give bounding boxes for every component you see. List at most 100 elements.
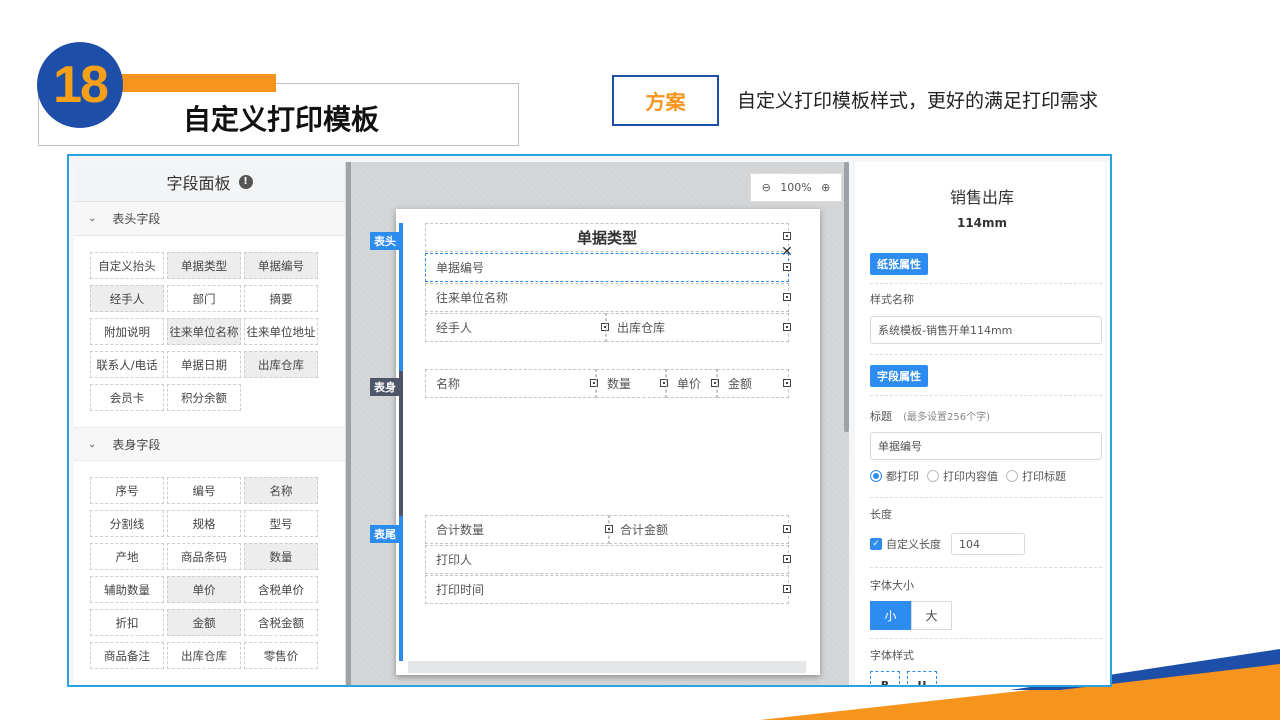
field-chip[interactable]: 含税单价 [244, 576, 318, 603]
resize-handle-icon[interactable] [783, 263, 791, 271]
panel-splitter[interactable] [346, 162, 351, 685]
divider [870, 567, 1102, 568]
field-chip[interactable]: 联系人/电话 [90, 351, 164, 378]
orange-accent-bar [118, 74, 276, 92]
field-doc-title[interactable]: 单据类型 [425, 223, 789, 252]
field-panel-header: 字段面板 ! [74, 162, 345, 202]
field-chip[interactable]: 出库仓库 [244, 351, 318, 378]
field-chip[interactable]: 经手人 [90, 285, 164, 312]
field-chip[interactable]: 辅助数量 [90, 576, 164, 603]
slide-number-badge: 18 [37, 42, 123, 128]
template-editor-window: 字段面板 ! ⌄ 表头字段 自定义抬头 单据类型 单据编号 经手人 部门 摘要 附加说明 往来… [67, 154, 1112, 687]
field-price[interactable]: 单价 [666, 369, 717, 398]
field-chip[interactable]: 折扣 [90, 609, 164, 636]
info-icon[interactable]: ! [238, 174, 253, 189]
field-chip[interactable]: 序号 [90, 477, 164, 504]
field-chip[interactable]: 含税金额 [244, 609, 318, 636]
caption-input[interactable]: 单据编号 [870, 432, 1102, 460]
properties-panel: 销售出库 114mm 纸张属性 样式名称 系统模板-销售开单114mm 字段属性… [855, 162, 1109, 685]
field-total-qty[interactable]: 合计数量 [425, 515, 609, 544]
field-panel: 字段面板 ! ⌄ 表头字段 自定义抬头 单据类型 单据编号 经手人 部门 摘要 附加说明 往来… [74, 162, 346, 685]
field-chip[interactable]: 型号 [244, 510, 318, 537]
zoom-in-icon[interactable]: ⊕ [821, 181, 830, 194]
radio-print-value[interactable]: 打印内容值 [927, 468, 998, 484]
field-chip[interactable]: 金额 [167, 609, 241, 636]
chevron-down-icon: ⌄ [88, 213, 97, 224]
bold-button[interactable]: B [870, 671, 900, 685]
custom-length-input[interactable]: 104 [951, 533, 1025, 555]
field-chip[interactable]: 摘要 [244, 285, 318, 312]
field-chip[interactable]: 数量 [244, 543, 318, 570]
field-chip[interactable]: 编号 [167, 477, 241, 504]
field-properties-badge: 字段属性 [870, 365, 928, 387]
radio-print-caption[interactable]: 打印标题 [1006, 468, 1066, 484]
divider [870, 638, 1102, 639]
font-style-label: 字体样式 [870, 649, 914, 662]
resize-handle-icon[interactable] [783, 379, 791, 387]
zoom-out-icon[interactable]: ⊖ [762, 181, 771, 194]
tag-header[interactable]: 表头 [370, 232, 400, 250]
field-chip[interactable]: 积分余额 [167, 384, 241, 411]
resize-handle-icon[interactable] [783, 585, 791, 593]
font-size-large-button[interactable]: 大 [911, 601, 952, 630]
divider [870, 283, 1102, 284]
field-chip[interactable]: 往来单位地址 [244, 318, 318, 345]
field-qty[interactable]: 数量 [596, 369, 666, 398]
section-body-fields[interactable]: ⌄ 表身字段 [74, 427, 345, 461]
caption-hint: (最多设置256个字) [903, 412, 990, 423]
template-name: 销售出库 [949, 188, 1014, 207]
style-name-input[interactable]: 系统模板-销售开单114mm [870, 316, 1102, 344]
field-handler[interactable]: 经手人 [425, 313, 606, 342]
field-panel-title: 字段面板 [166, 173, 231, 193]
field-print-time[interactable]: 打印时间 [425, 575, 789, 604]
resize-handle-icon[interactable] [783, 323, 791, 331]
resize-handle-icon[interactable] [783, 555, 791, 563]
field-doc-no[interactable]: 单据编号 [425, 253, 789, 282]
font-size-toggle: 小 大 [870, 601, 1102, 630]
radio-checked-icon [870, 470, 882, 482]
body-fields-grid: 序号 编号 名称分割线 规格 型号产地 商品条码 数量辅助数量 单价 含税单价折扣 金额 含税金额商… [74, 461, 345, 685]
underline-button[interactable]: U [907, 671, 937, 685]
field-printer[interactable]: 打印人 [425, 545, 789, 574]
field-chip[interactable]: 部门 [167, 285, 241, 312]
field-chip[interactable]: 商品条码 [167, 543, 241, 570]
section-header-fields[interactable]: ⌄ 表头字段 [74, 202, 345, 236]
canvas-scrollbar[interactable] [844, 162, 849, 432]
resize-handle-icon[interactable] [783, 232, 791, 240]
resize-handle-icon[interactable] [783, 525, 791, 533]
paper-bottom-edge [408, 661, 806, 673]
font-size-label: 字体大小 [870, 579, 914, 592]
field-name[interactable]: 名称 [425, 369, 596, 398]
divider [870, 354, 1102, 355]
field-chip[interactable]: 规格 [167, 510, 241, 537]
plan-label-box: 方案 [612, 75, 719, 126]
resize-handle-icon[interactable] [783, 293, 791, 301]
field-chip[interactable]: 名称 [244, 477, 318, 504]
tag-footer[interactable]: 表尾 [370, 525, 400, 543]
field-chip[interactable]: 商品备注 [90, 642, 164, 669]
field-chip[interactable]: 单据类型 [167, 252, 241, 279]
field-chip[interactable]: 会员卡 [90, 384, 164, 411]
font-size-small-button[interactable]: 小 [870, 601, 911, 630]
paper-properties-badge: 纸张属性 [870, 253, 928, 275]
field-chip[interactable]: 产地 [90, 543, 164, 570]
field-chip[interactable]: 往来单位名称 [167, 318, 241, 345]
style-name-label: 样式名称 [870, 293, 914, 306]
checkbox-checked-icon[interactable]: ✓ [870, 538, 882, 550]
field-total-amount[interactable]: 合计金额 [609, 515, 789, 544]
field-amount[interactable]: 金额 [717, 369, 789, 398]
field-chip[interactable]: 分割线 [90, 510, 164, 537]
field-chip[interactable]: 出库仓库 [167, 642, 241, 669]
field-chip[interactable]: 附加说明 [90, 318, 164, 345]
field-chip[interactable]: 自定义抬头 [90, 252, 164, 279]
plan-description: 自定义打印模板样式，更好的满足打印需求 [737, 90, 1099, 112]
radio-print-all[interactable]: 都打印 [870, 468, 919, 484]
tag-body[interactable]: 表身 [370, 378, 400, 396]
field-chip[interactable]: 单据编号 [244, 252, 318, 279]
radio-unchecked-icon [927, 470, 939, 482]
field-chip[interactable]: 零售价 [244, 642, 318, 669]
field-chip[interactable]: 单价 [167, 576, 241, 603]
field-warehouse[interactable]: 出库仓库 [606, 313, 789, 342]
field-chip[interactable]: 单据日期 [167, 351, 241, 378]
field-partner[interactable]: 往来单位名称 [425, 283, 789, 312]
